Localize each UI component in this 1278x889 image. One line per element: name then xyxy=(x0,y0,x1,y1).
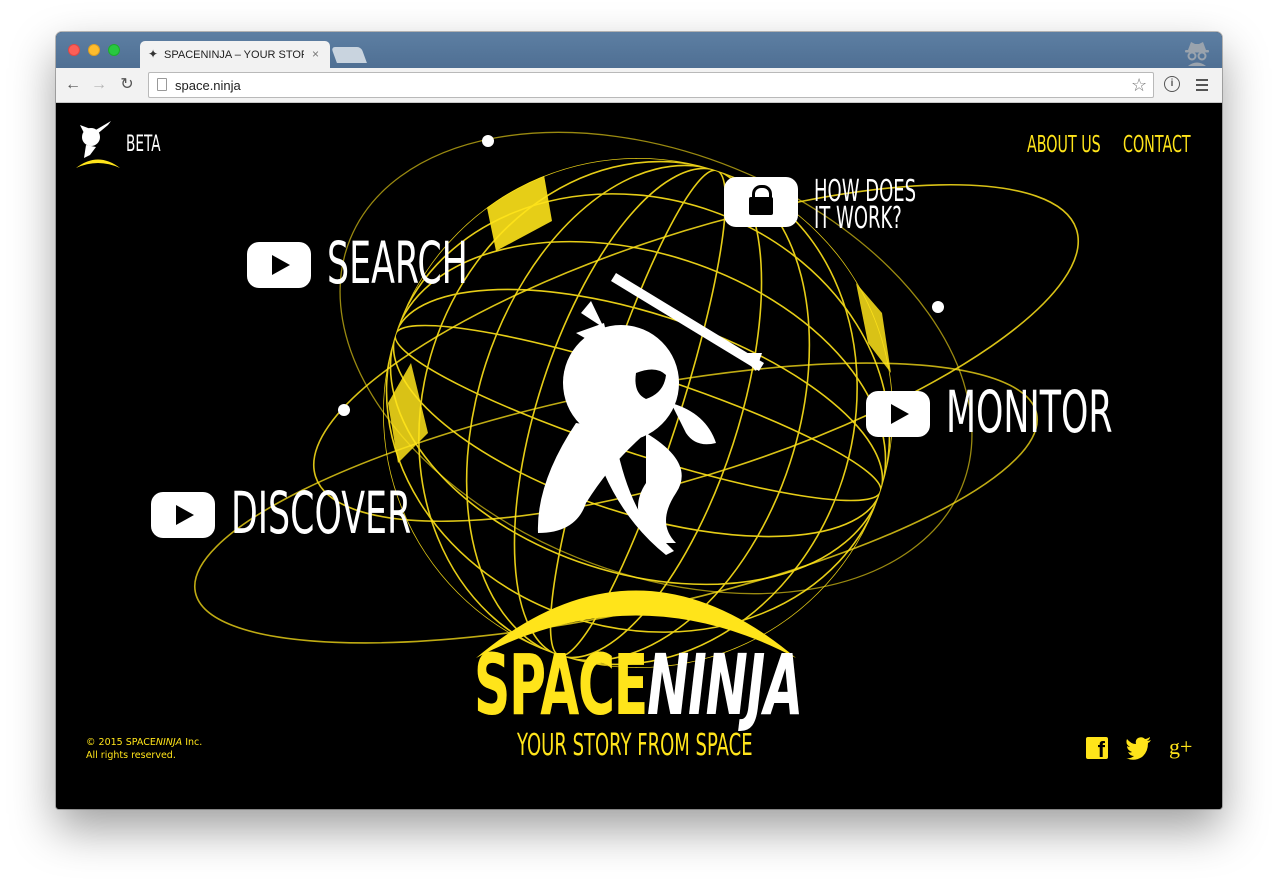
minimize-window-button[interactable] xyxy=(88,44,100,56)
ninja-favicon-icon: ✦ xyxy=(148,47,159,61)
beta-label: BETA xyxy=(126,132,161,157)
browser-window: ✦ SPACENINJA – YOUR STORY FROM SPACE × ←… xyxy=(56,32,1222,809)
feature-how-label[interactable]: HOW DOES IT WORK? xyxy=(814,177,916,234)
close-window-button[interactable] xyxy=(68,44,80,56)
lock-icon xyxy=(724,177,798,227)
feature-monitor[interactable]: MONITOR xyxy=(866,382,1126,448)
reload-button[interactable]: ↻ xyxy=(118,76,136,94)
twitter-icon[interactable] xyxy=(1126,735,1152,761)
feature-monitor-label: MONITOR xyxy=(946,378,1113,446)
facebook-icon[interactable]: f xyxy=(1086,737,1108,761)
feature-search[interactable]: SEARCH xyxy=(247,233,468,299)
address-bar[interactable]: space.ninja ☆ xyxy=(148,72,1154,98)
tagline: YOUR STORY FROM SPACE xyxy=(517,728,753,763)
play-icon xyxy=(151,492,215,538)
page-content: BETA ABOUT US CONTACT SEARCH HOW DOES IT … xyxy=(56,103,1222,809)
info-icon[interactable]: i xyxy=(1164,76,1180,92)
play-icon xyxy=(866,391,930,437)
play-icon xyxy=(247,242,311,288)
feature-search-label: SEARCH xyxy=(327,229,468,297)
tab-title: SPACENINJA – YOUR STORY FROM SPACE xyxy=(164,49,304,61)
nav-about-us[interactable]: ABOUT US xyxy=(1027,133,1101,157)
bookmark-star-icon[interactable]: ☆ xyxy=(1131,76,1147,94)
google-plus-icon[interactable]: g+ xyxy=(1169,735,1192,761)
zoom-window-button[interactable] xyxy=(108,44,120,56)
copyright-text: © 2015 SPACENINJA Inc. All rights reserv… xyxy=(86,737,203,761)
feature-discover-label: DISCOVER xyxy=(231,479,412,547)
back-button[interactable]: ← xyxy=(64,76,82,94)
nav-contact[interactable]: CONTACT xyxy=(1123,133,1191,157)
feature-discover[interactable]: DISCOVER xyxy=(151,483,411,549)
page-icon xyxy=(157,78,167,91)
forward-button[interactable]: → xyxy=(90,76,108,94)
incognito-icon xyxy=(1185,42,1209,66)
new-tab-button[interactable] xyxy=(331,47,367,63)
title-bar: ✦ SPACENINJA – YOUR STORY FROM SPACE × xyxy=(56,32,1222,68)
menu-icon[interactable] xyxy=(1196,79,1208,91)
browser-toolbar: ← → ↻ space.ninja ☆ i xyxy=(56,68,1222,103)
tab-close-icon[interactable]: × xyxy=(312,48,319,60)
browser-tab[interactable]: ✦ SPACENINJA – YOUR STORY FROM SPACE × xyxy=(140,41,330,68)
ninja-mascot-icon xyxy=(537,273,764,555)
spaceninja-logo-icon xyxy=(76,121,120,168)
url-text[interactable]: space.ninja xyxy=(175,78,241,93)
spaceninja-wordmark: SPACENINJA xyxy=(474,636,803,734)
